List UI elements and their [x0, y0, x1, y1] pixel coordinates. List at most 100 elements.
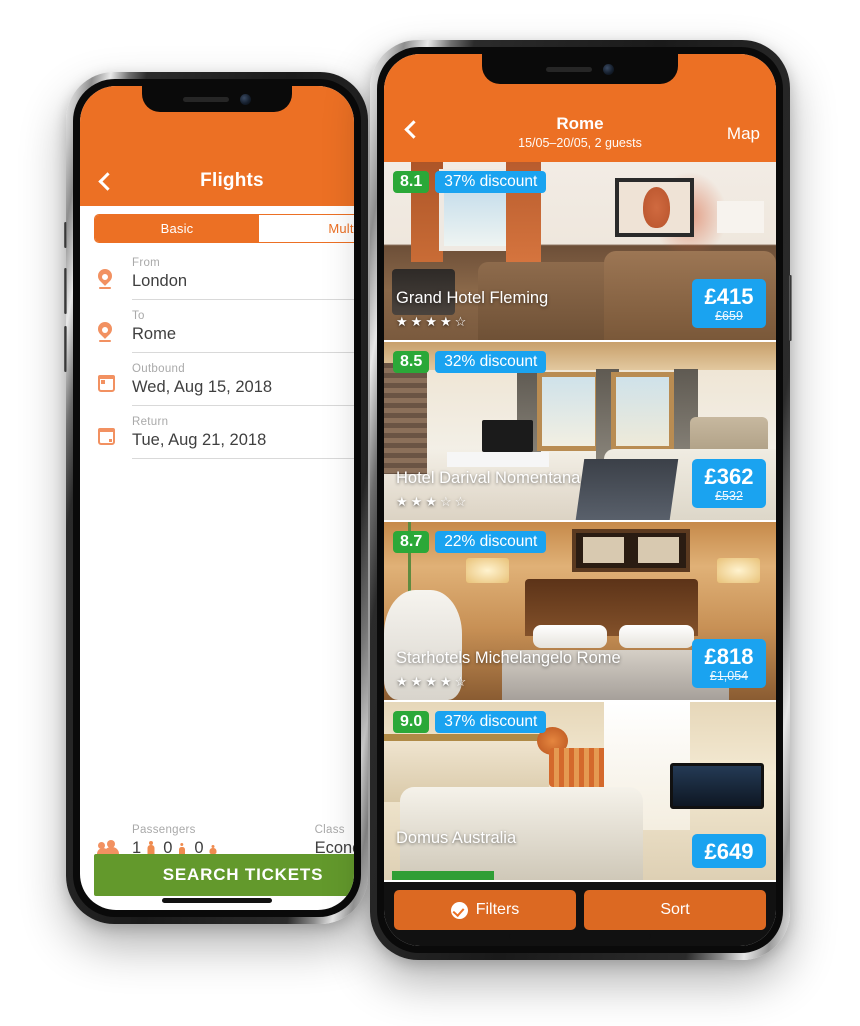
star-filled-icon: ★ [425, 314, 437, 329]
sort-label: Sort [660, 901, 690, 918]
price-badge[interactable]: £649 [692, 833, 766, 868]
hotel-card[interactable]: 8.5 32% discount Hotel Darival Nomentana… [384, 342, 776, 522]
star-filled-icon: ★ [410, 494, 423, 509]
tab-multi-city[interactable]: Mult [259, 215, 354, 242]
front-camera-icon [603, 63, 614, 75]
filters-label: Filters [475, 901, 520, 918]
flight-search-form: From London To Rome Outbound Wed, Aug 15… [80, 243, 354, 463]
back-button[interactable] [94, 166, 120, 196]
check-circle-icon [450, 901, 468, 919]
price-original: £1,054 [709, 669, 749, 683]
earpiece-speaker-icon [183, 96, 229, 102]
passengers-and-class-row[interactable]: Passengers 1 0 0 Class Econom [80, 824, 354, 858]
star-rating: ★ ★ ★ ☆ ☆ [396, 495, 466, 508]
search-summary: 15/05–20/05, 2 guests [518, 136, 642, 150]
price-original: £659 [715, 309, 743, 323]
price-current: £818 [704, 643, 754, 669]
price-original: £532 [715, 489, 743, 503]
field-return-value: Tue, Aug 21, 2018 [132, 431, 267, 449]
screenshot-canvas: Flights Basic Mult From London To Rome O… [0, 0, 860, 1026]
field-to-value: Rome [132, 325, 177, 343]
hotel-card[interactable]: 8.7 22% discount Starhotels Michelangelo… [384, 522, 776, 702]
hotel-card[interactable]: 8.1 37% discount Grand Hotel Fleming ★ ★… [384, 162, 776, 342]
map-pin-icon [98, 310, 132, 342]
star-empty-icon: ☆ [454, 494, 467, 509]
class-field[interactable]: Class Econom [315, 824, 354, 858]
discount-badge: 32% discount [435, 351, 547, 373]
star-rating: ★ ★ ★ ★ ☆ [396, 675, 466, 688]
notch-left [142, 86, 292, 112]
star-filled-icon: ★ [396, 314, 408, 329]
people-icon [97, 824, 132, 856]
field-return[interactable]: Return Tue, Aug 21, 2018 [80, 410, 354, 463]
passengers-field[interactable]: Passengers 1 0 0 [132, 824, 223, 858]
hotel-results-list[interactable]: 8.1 37% discount Grand Hotel Fleming ★ ★… [384, 162, 776, 946]
star-rating: ★ ★ ★ ★ ☆ [396, 315, 466, 328]
calendar-icon [97, 416, 132, 445]
star-empty-icon: ☆ [439, 494, 452, 509]
star-filled-icon: ★ [439, 314, 452, 329]
power-button[interactable] [789, 275, 792, 341]
badge-group: 8.1 37% discount [393, 171, 547, 193]
trip-type-segmented-control-wrap: Basic Mult [80, 206, 354, 243]
field-outbound-label: Outbound [132, 363, 185, 375]
rating-badge: 9.0 [393, 711, 430, 733]
star-filled-icon: ★ [439, 674, 452, 689]
discount-badge: 22% discount [435, 531, 547, 553]
price-current: £649 [704, 838, 754, 864]
star-empty-icon: ☆ [454, 314, 467, 329]
header-titles: Rome 15/05–20/05, 2 guests [384, 113, 776, 150]
star-empty-icon: ☆ [454, 674, 467, 689]
rating-badge: 8.1 [393, 171, 430, 193]
field-to-label: To [132, 310, 145, 322]
field-return-label: Return [132, 416, 169, 428]
home-indicator[interactable] [509, 934, 651, 939]
hotel-card[interactable]: 9.0 37% discount Domus Australia £649 [384, 702, 776, 882]
field-from[interactable]: From London [80, 251, 354, 304]
phone-screen-right: Rome 15/05–20/05, 2 guests Map 8.1 37% d… [384, 54, 776, 946]
destination-title: Rome [556, 113, 604, 133]
star-filled-icon: ★ [396, 674, 408, 689]
field-outbound[interactable]: Outbound Wed, Aug 15, 2018 [80, 357, 354, 410]
price-badge[interactable]: £362 £532 [692, 458, 766, 508]
volume-down-button[interactable] [64, 326, 67, 372]
price-badge[interactable]: £818 £1,054 [692, 638, 766, 688]
star-filled-icon: ★ [410, 674, 423, 689]
notch-right [482, 54, 678, 84]
front-camera-icon [240, 93, 251, 105]
earpiece-speaker-icon [546, 66, 592, 72]
class-label: Class [314, 824, 345, 836]
hotel-name: Starhotels Michelangelo Rome [396, 649, 621, 667]
search-tickets-button[interactable]: SEARCH TICKETS [94, 854, 354, 896]
star-filled-icon: ★ [425, 494, 437, 509]
field-to[interactable]: To Rome [80, 304, 354, 357]
sort-button[interactable]: Sort [584, 890, 766, 930]
discount-badge: 37% discount [435, 171, 547, 193]
field-from-value: London [132, 272, 188, 290]
badge-group: 8.5 32% discount [393, 351, 547, 373]
trip-type-segmented-control[interactable]: Basic Mult [94, 214, 354, 243]
phone-screen-left: Flights Basic Mult From London To Rome O… [80, 86, 354, 910]
rating-badge: 8.5 [393, 351, 430, 373]
calendar-icon [97, 363, 132, 392]
price-current: £415 [704, 283, 754, 309]
badge-group: 8.7 22% discount [393, 531, 547, 553]
tab-basic[interactable]: Basic [95, 215, 259, 242]
volume-up-button[interactable] [64, 268, 67, 314]
mute-switch[interactable] [64, 222, 67, 248]
star-filled-icon: ★ [425, 674, 437, 689]
field-from-label: From [132, 257, 161, 269]
home-indicator[interactable] [162, 898, 272, 903]
badge-group: 9.0 37% discount [393, 711, 547, 733]
star-filled-icon: ★ [410, 314, 423, 329]
field-outbound-value: Wed, Aug 15, 2018 [132, 378, 273, 396]
map-pin-icon [98, 257, 132, 289]
phone-device-left: Flights Basic Mult From London To Rome O… [64, 72, 368, 924]
price-badge[interactable]: £415 £659 [692, 278, 766, 328]
filters-button[interactable]: Filters [394, 890, 576, 930]
page-title: Flights [200, 170, 264, 191]
map-button[interactable]: Map [727, 124, 760, 144]
hotel-name: Grand Hotel Fleming [396, 289, 549, 307]
star-filled-icon: ★ [396, 494, 408, 509]
rating-badge: 8.7 [393, 531, 430, 553]
